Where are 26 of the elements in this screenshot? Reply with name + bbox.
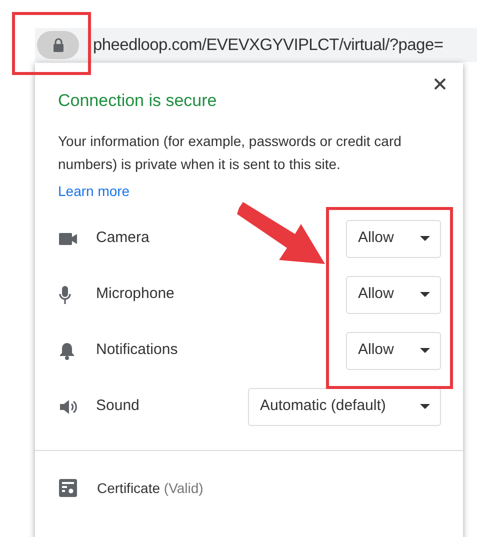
permission-label: Sound: [96, 396, 140, 416]
certificate-icon: [59, 479, 77, 497]
speaker-icon: [59, 398, 77, 414]
permission-label: Camera: [96, 228, 150, 248]
caret-icon: [420, 292, 430, 297]
url-text: pheedloop.com/EVEVXGYVIPLCT/virtual/?page=: [93, 34, 444, 56]
caret-icon: [420, 236, 430, 241]
close-icon: [434, 78, 446, 90]
address-bar[interactable]: pheedloop.com/EVEVXGYVIPLCT/virtual/?page=: [35, 28, 477, 62]
permission-dropdown[interactable]: Allow: [346, 276, 441, 314]
caret-icon: [420, 404, 430, 409]
popup-title: Connection is secure: [58, 90, 218, 112]
permission-dropdown[interactable]: Allow: [346, 332, 441, 370]
certificate-link[interactable]: Certificate (Valid): [97, 478, 204, 498]
lock-icon: [52, 38, 64, 52]
lock-button[interactable]: [37, 31, 79, 59]
learn-more-link[interactable]: Learn more: [58, 180, 130, 202]
permission-dropdown[interactable]: Automatic (default): [248, 388, 441, 426]
caret-icon: [420, 348, 430, 353]
permission-dropdown[interactable]: Allow: [346, 220, 441, 258]
microphone-icon: [59, 286, 71, 304]
camera-icon: [59, 232, 77, 244]
bell-icon: [59, 342, 75, 360]
permission-label: Microphone: [96, 284, 176, 304]
security-message: Your information (for example, passwords or credit card numbers) is private when it is sent to this site.: [58, 132, 402, 174]
permission-label: Notifications: [96, 340, 179, 360]
